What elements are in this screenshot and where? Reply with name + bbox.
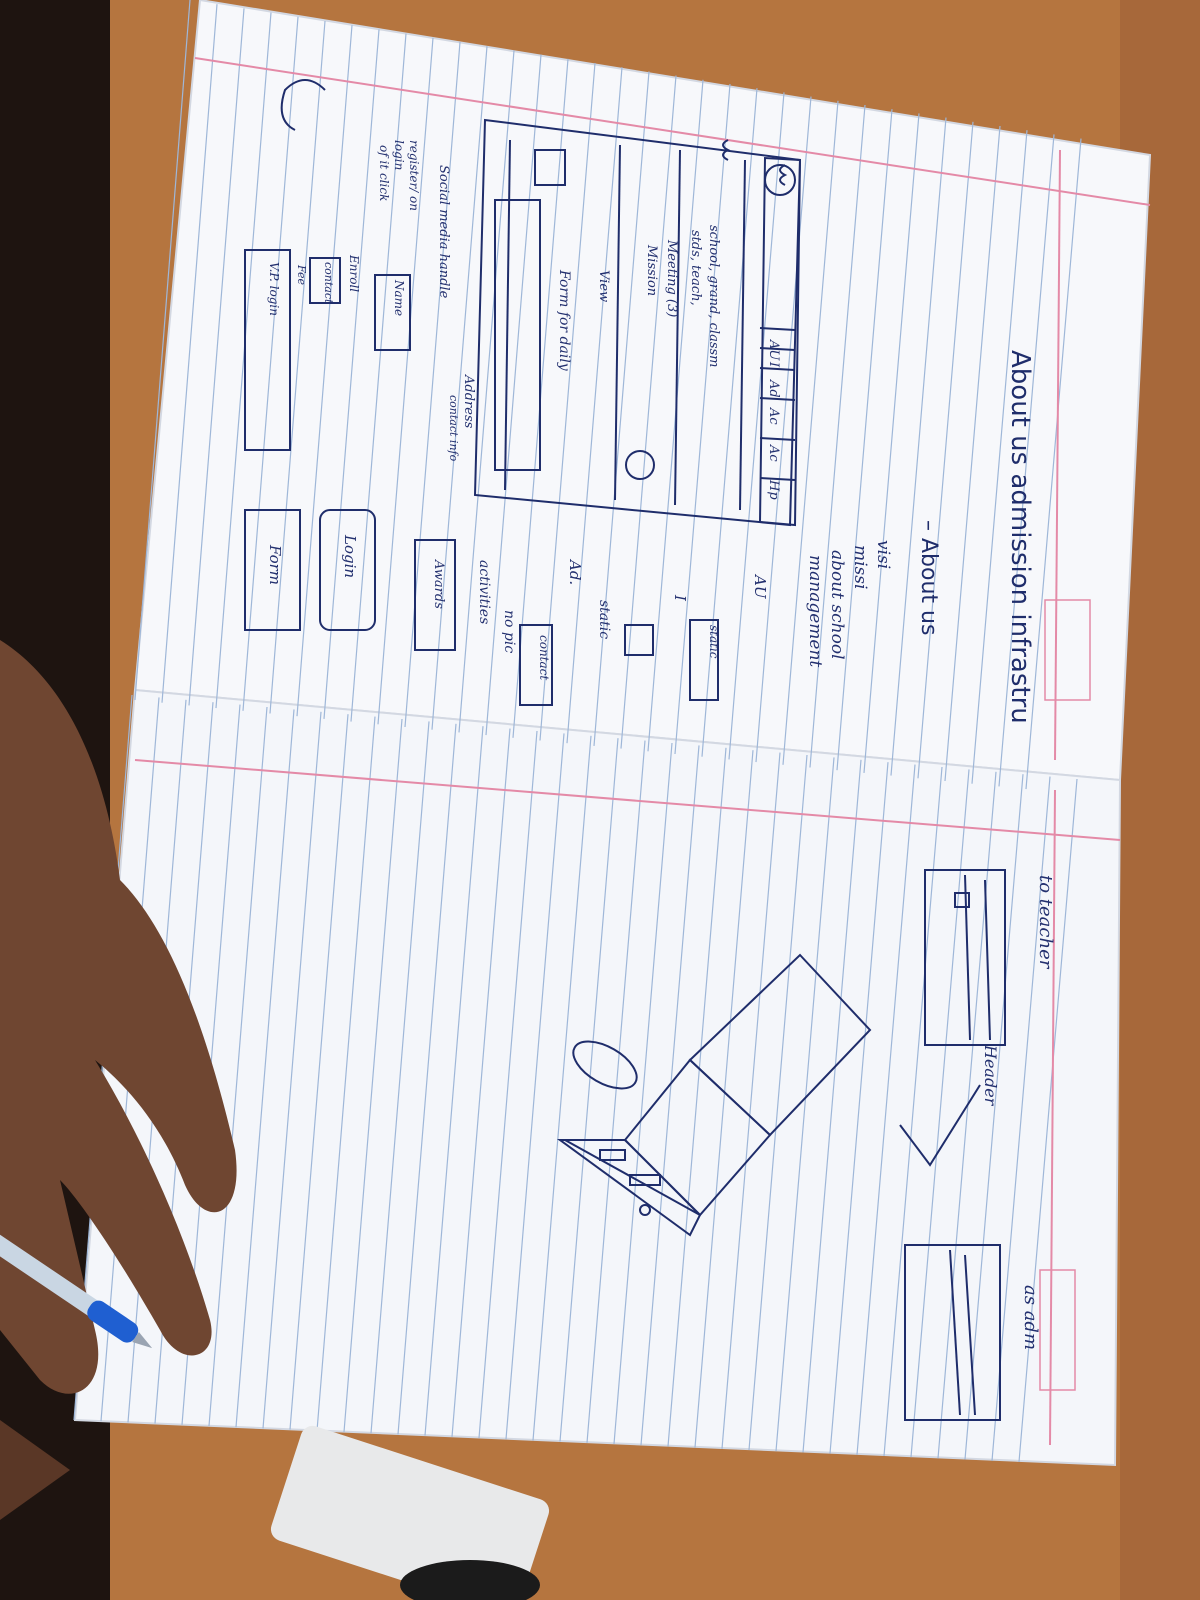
about-item-1-group: missi [850, 545, 870, 589]
roman-one-group: I [671, 594, 689, 602]
no-pic-label: no pic [501, 610, 517, 653]
nav-tab-ac-2: Ac [766, 444, 781, 462]
register-label: register/ on [407, 140, 421, 211]
login-2-group: of it click [377, 145, 391, 201]
contact-info-group: contact info [447, 395, 460, 462]
heading-group: About us admission infrastru [1005, 350, 1035, 724]
about-item-3-group: management [805, 555, 825, 667]
login-small-group: login [392, 140, 406, 170]
vp-login-group: V.P. login [267, 262, 281, 316]
notes-heading: About us admission infrastru [1005, 350, 1035, 724]
mission-group: Mission [644, 244, 659, 296]
about-item-missi: missi [850, 545, 870, 589]
au-right-label: AU [751, 573, 769, 600]
form-for-daily-group: Form for daily [556, 269, 572, 372]
awards-label: Awards [431, 559, 446, 609]
contact-small-group: contact [322, 262, 335, 304]
view-group: View [596, 270, 611, 302]
login-2-label: of it click [377, 145, 391, 201]
header-label-group: Header [981, 1044, 1000, 1107]
contact-right-group: contact [537, 635, 551, 680]
contact-right-label: contact [537, 635, 551, 680]
teacher-group: to teacher [1035, 875, 1056, 970]
fee-group: Fee [295, 264, 308, 286]
about-item-management: management [805, 555, 825, 667]
nav-tab-i: I [766, 361, 781, 368]
nav-tab-hp: Hp [766, 479, 781, 500]
static-right-group: static [707, 625, 721, 659]
about-item-visi: visi [873, 540, 893, 569]
about-heading: – About us [916, 520, 941, 635]
form-right-group: Form [266, 544, 284, 585]
about-item-2-group: about school [827, 550, 847, 660]
meeting-label: Meeting (3) [664, 239, 679, 317]
about-heading-group: – About us [916, 520, 941, 635]
school-text-2: stds, teach, [688, 230, 703, 306]
school-text-group: school, grand, classm [706, 225, 721, 368]
nav-tab-ad: Ad [766, 379, 781, 398]
ad-label: Ad. [566, 558, 584, 585]
register-group: register/ on [407, 140, 421, 211]
nav-tab-ac: Ac [766, 407, 781, 425]
nav-tab-au: AU [766, 339, 781, 361]
address-group: Address [461, 374, 476, 429]
login-small-label: login [392, 140, 406, 170]
no-pic-group: no pic [501, 610, 517, 653]
enroll-group: Enroll [347, 254, 361, 292]
au-right-group: AU [751, 573, 769, 600]
static-right-label: static [707, 625, 721, 659]
enroll-label: Enroll [347, 254, 361, 292]
contact-info-label: contact info [447, 395, 460, 462]
header-label: Header [981, 1044, 1000, 1107]
static-2-label: static [596, 600, 612, 639]
awards-group: Awards [431, 559, 446, 609]
static-2-group: static [596, 600, 612, 639]
meeting-group: Meeting (3) [664, 239, 679, 317]
school-text: school, grand, classm [706, 225, 721, 368]
form-for-daily-label: Form for daily [556, 269, 572, 372]
login-right-group: Login [341, 534, 359, 578]
teacher-label: to teacher [1035, 875, 1056, 970]
school-text-2-group: stds, teach, [688, 230, 703, 306]
address-label: Address [461, 374, 476, 429]
contact-small-label: contact [322, 262, 335, 304]
activities-label: activities [476, 560, 492, 624]
vp-login-label: V.P. login [267, 262, 281, 316]
login-right-label: Login [341, 534, 359, 578]
about-item-about-school: about school [827, 550, 847, 660]
activities-group: activities [476, 560, 492, 624]
notebook-photo: About us admission infrastru – About us … [0, 0, 1200, 1600]
admin-group: as adm [1020, 1285, 1041, 1350]
view-label: View [596, 270, 611, 302]
form-right-label: Form [266, 544, 284, 585]
fee-label: Fee [295, 264, 308, 286]
name-label-group: Name [392, 279, 406, 316]
ad-group: Ad. [566, 558, 584, 585]
name-label: Name [392, 279, 406, 316]
social-media-group: Social media handle [436, 165, 451, 299]
about-item-0-group: visi [873, 540, 893, 569]
admin-label: as adm [1020, 1285, 1041, 1350]
mission-label: Mission [644, 244, 659, 296]
roman-one-label: I [671, 594, 689, 602]
social-media-label: Social media handle [436, 165, 451, 299]
